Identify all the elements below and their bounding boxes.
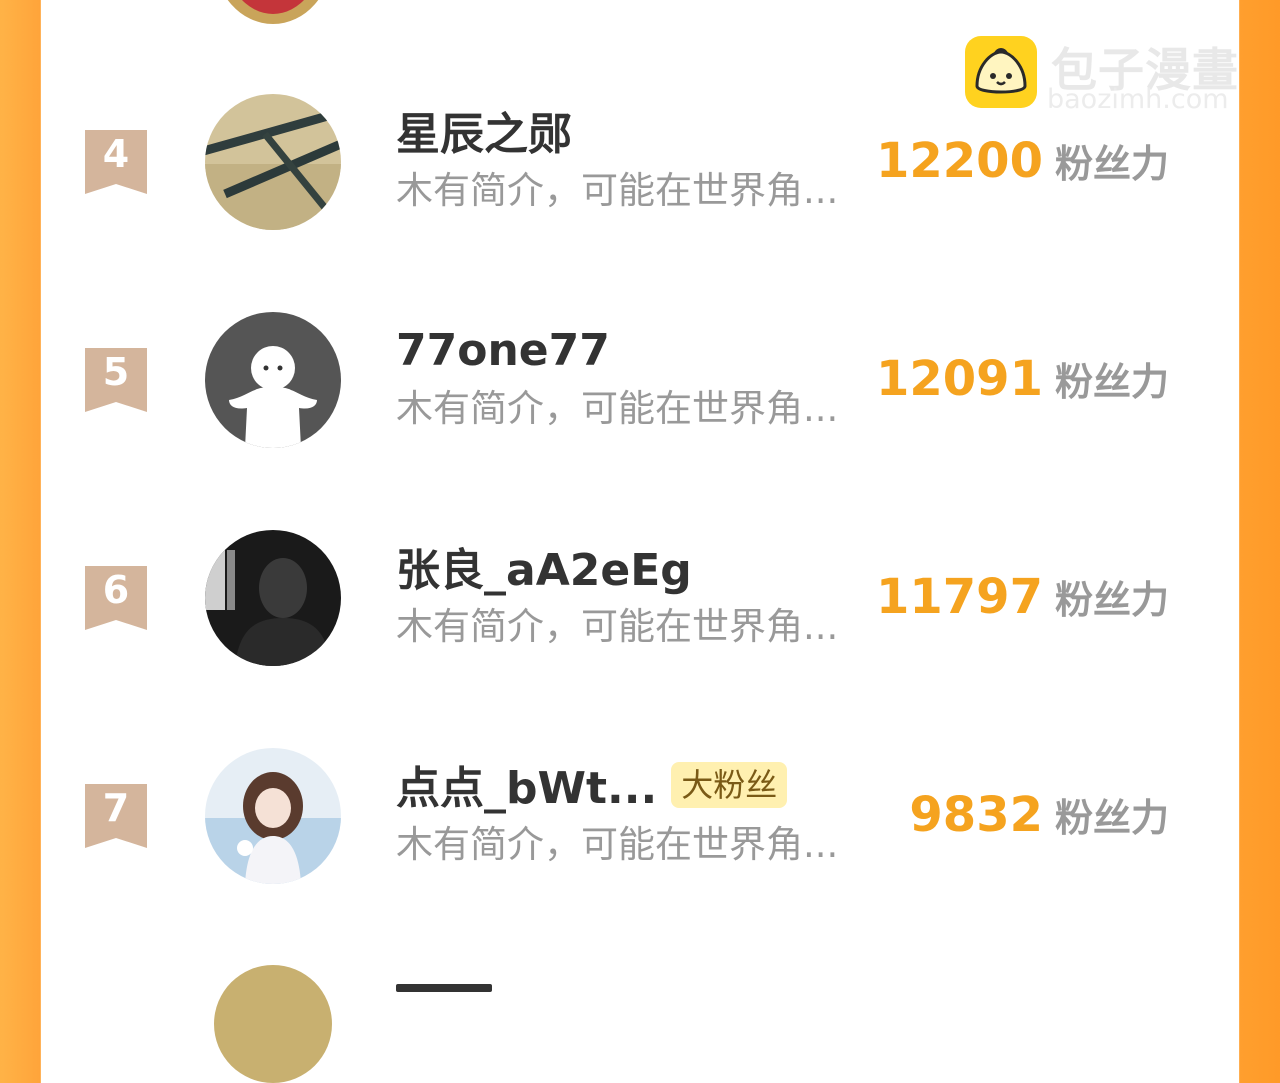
avatar <box>214 965 332 1083</box>
user-bio: 木有简介，可能在世界角... <box>396 169 839 212</box>
score-value: 12091 <box>875 351 1043 407</box>
rank-number: 5 <box>102 350 130 394</box>
rank-ribbon: 5 <box>85 348 147 412</box>
fan-power-score: 9832 粉丝力 <box>909 785 1169 856</box>
avatar[interactable] <box>205 94 341 230</box>
score-label: 粉丝力 <box>1054 796 1169 840</box>
avatar[interactable] <box>205 748 341 884</box>
ranking-row[interactable]: 4 星辰之郧 木有简介，可能在世界角... 12200 粉丝力 <box>0 52 1280 270</box>
user-name[interactable]: 77one77 <box>396 323 610 379</box>
score-value: 9832 <box>909 787 1043 843</box>
score-label: 粉丝力 <box>1054 578 1169 622</box>
user-name[interactable]: 点点_bWt... 大粉丝 <box>396 761 788 817</box>
user-bio: 木有简介，可能在世界角... <box>396 823 839 866</box>
rank-ribbon: 4 <box>85 130 147 194</box>
avatar[interactable] <box>205 530 341 666</box>
ranking-row[interactable]: 6 张良_aA2eEg 木有简介，可能在世界角... 11797 粉丝力 <box>0 488 1280 706</box>
rank-ribbon: 7 <box>85 784 147 848</box>
user-name-text[interactable]: 点点_bWt... <box>396 763 657 814</box>
user-bio: 木有简介，可能在世界角... <box>396 387 839 430</box>
user-bio: 木有简介，可能在世界角... <box>396 605 839 648</box>
ranking-row[interactable]: 5 77one77 木有简介，可能在世界角... 12091 粉丝力 <box>0 270 1280 488</box>
score-label: 粉丝力 <box>1054 142 1169 186</box>
rank-number: 7 <box>102 786 130 830</box>
user-name-cutoff <box>396 984 492 999</box>
ranking-row[interactable]: 7 点点_bWt... 大粉丝 木有简介，可能在世界角... 9832 粉丝力 <box>0 706 1280 924</box>
fan-power-score: 11797 粉丝力 <box>876 567 1169 638</box>
score-label: 粉丝力 <box>1054 360 1169 404</box>
fan-power-score: 12200 粉丝力 <box>876 131 1169 202</box>
rank-number: 6 <box>102 568 130 612</box>
user-name[interactable]: 张良_aA2eEg <box>396 543 692 599</box>
default-avatar-icon[interactable] <box>205 312 341 448</box>
score-value: 12200 <box>875 133 1043 189</box>
user-name[interactable]: 星辰之郧 <box>396 107 572 163</box>
big-fan-badge: 大粉丝 <box>671 762 788 808</box>
rank-ribbon: 6 <box>85 566 147 630</box>
fan-power-score: 12091 粉丝力 <box>876 349 1169 420</box>
rank-number: 4 <box>102 132 130 176</box>
score-value: 11797 <box>875 569 1043 625</box>
